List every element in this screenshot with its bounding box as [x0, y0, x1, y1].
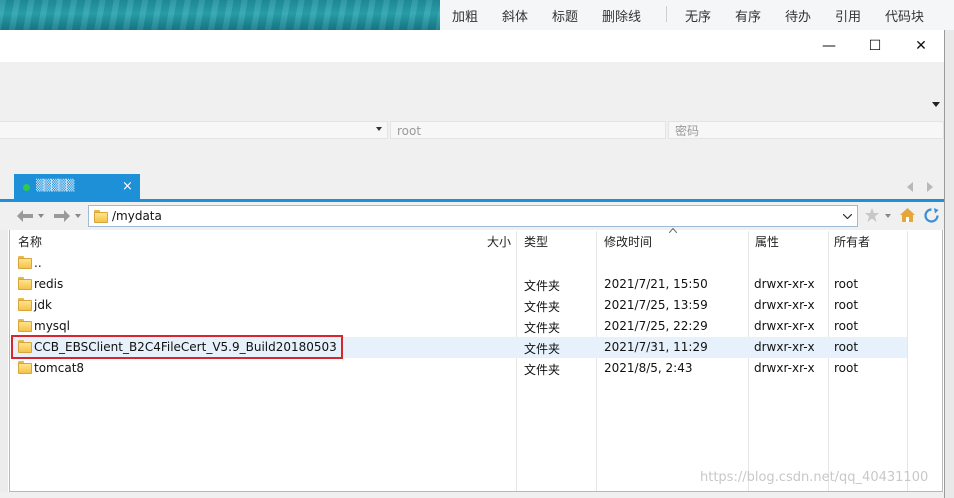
window-bottom-edge [0, 492, 944, 498]
session-tab[interactable]: ▒▒▒▒▒ × [14, 174, 140, 200]
toolbar-quote[interactable]: 引用 [835, 6, 861, 25]
path-input[interactable]: /mydata [112, 209, 162, 223]
maximize-icon: ☐ [868, 38, 882, 54]
back-history-dropdown-icon[interactable] [38, 214, 44, 218]
background-image-strip [0, 0, 440, 30]
sort-ascending-icon [669, 228, 677, 233]
username-field[interactable]: root [390, 121, 666, 139]
file-attributes: drwxr-xr-x [754, 319, 815, 333]
toolbar-unordered-list[interactable]: 无序 [685, 6, 711, 25]
bookmark-dropdown-icon[interactable] [885, 214, 891, 218]
column-header-type[interactable]: 类型 [524, 233, 548, 250]
toolbar-todo[interactable]: 待办 [785, 6, 811, 25]
file-attributes: drwxr-xr-x [754, 277, 815, 291]
file-modified: 2021/7/21, 15:50 [604, 277, 708, 291]
folder-icon [18, 361, 32, 374]
file-modified: 2021/7/25, 22:29 [604, 319, 708, 333]
window-title-bar: — ☐ ✕ [0, 30, 944, 63]
close-button[interactable]: ✕ [898, 30, 944, 62]
ribbon-area [0, 62, 944, 118]
forward-history-dropdown-icon[interactable] [75, 214, 81, 218]
tab-strip [0, 142, 944, 200]
refresh-icon[interactable] [924, 208, 939, 223]
file-row[interactable]: jdk 文件夹 2021/7/25, 13:59 drwxr-xr-x root [11, 295, 907, 316]
file-type: 文件夹 [524, 300, 561, 314]
column-header-modified[interactable]: 修改时间 [604, 233, 652, 250]
folder-icon [18, 256, 32, 269]
toolbar-ordered-list[interactable]: 有序 [735, 6, 761, 25]
folder-icon [18, 298, 32, 311]
file-attributes: drwxr-xr-x [754, 361, 815, 375]
bookmark-star-icon[interactable] [865, 208, 879, 222]
column-header-owner[interactable]: 所有者 [834, 233, 870, 250]
file-name: tomcat8 [34, 361, 85, 375]
path-dropdown-icon[interactable] [843, 214, 852, 219]
toolbar-code-block[interactable]: 代码块 [885, 6, 924, 25]
folder-icon [18, 319, 32, 332]
host-field[interactable] [0, 121, 388, 139]
file-owner: root [834, 277, 859, 291]
path-bar[interactable]: /mydata [88, 205, 858, 227]
tab-label: ▒▒▒▒▒ [36, 179, 74, 192]
file-name: redis [34, 277, 64, 291]
column-divider[interactable] [907, 231, 908, 491]
file-type: 文件夹 [524, 321, 561, 335]
file-name: jdk [34, 298, 52, 312]
password-field[interactable]: 密码 [668, 121, 944, 139]
host-dropdown-arrow-icon[interactable] [376, 127, 382, 131]
column-header-size[interactable]: 大小 [487, 233, 511, 250]
file-owner: root [834, 319, 859, 333]
ribbon-expand-icon[interactable] [932, 102, 940, 108]
folder-icon [18, 277, 32, 290]
path-folder-icon [94, 210, 108, 223]
back-arrow-icon[interactable] [17, 210, 33, 222]
toolbar-separator [666, 6, 667, 22]
close-icon: ✕ [915, 38, 927, 54]
minimize-button[interactable]: — [806, 30, 852, 62]
file-row[interactable]: redis 文件夹 2021/7/21, 15:50 drwxr-xr-x ro… [11, 274, 907, 295]
file-row[interactable]: tomcat8 文件夹 2021/8/5, 2:43 drwxr-xr-x ro… [11, 358, 907, 379]
file-modified: 2021/7/31, 11:29 [604, 340, 708, 354]
file-owner: root [834, 361, 859, 375]
file-type: 文件夹 [524, 342, 561, 356]
file-owner: root [834, 298, 859, 312]
file-owner: root [834, 340, 859, 354]
column-header-attributes[interactable]: 属性 [755, 233, 779, 250]
column-header-name[interactable]: 名称 [18, 233, 42, 250]
watermark-text: https://blog.csdn.net/qq_40431100 [700, 470, 929, 485]
tab-scroll-left-icon[interactable] [906, 182, 914, 192]
file-attributes: drwxr-xr-x [754, 298, 815, 312]
toolbar-italic[interactable]: 斜体 [502, 6, 528, 25]
file-modified: 2021/7/25, 13:59 [604, 298, 708, 312]
toolbar-strikethrough[interactable]: 删除线 [602, 6, 641, 25]
left-panel-edge [0, 230, 8, 498]
file-row[interactable]: mysql 文件夹 2021/7/25, 22:29 drwxr-xr-x ro… [11, 316, 907, 337]
file-type: 文件夹 [524, 363, 561, 377]
tab-scroll-right-icon[interactable] [926, 182, 934, 192]
file-modified: 2021/8/5, 2:43 [604, 361, 693, 375]
minimize-icon: — [822, 38, 836, 54]
file-type: 文件夹 [524, 279, 561, 293]
maximize-button[interactable]: ☐ [852, 30, 898, 62]
highlight-annotation-box [11, 335, 343, 359]
file-name: mysql [34, 319, 70, 333]
file-row-parent[interactable]: .. [11, 253, 907, 274]
file-name: .. [34, 256, 42, 270]
window-right-border [944, 30, 954, 498]
connected-status-icon [23, 184, 30, 191]
toolbar-heading[interactable]: 标题 [552, 6, 578, 25]
editor-toolbar: 加粗 斜体 标题 删除线 无序 有序 待办 引用 代码块 [440, 0, 954, 31]
home-icon[interactable] [900, 208, 915, 222]
tab-close-icon[interactable]: × [122, 179, 133, 194]
toolbar-bold[interactable]: 加粗 [452, 6, 478, 25]
forward-arrow-icon[interactable] [54, 210, 70, 222]
file-attributes: drwxr-xr-x [754, 340, 815, 354]
